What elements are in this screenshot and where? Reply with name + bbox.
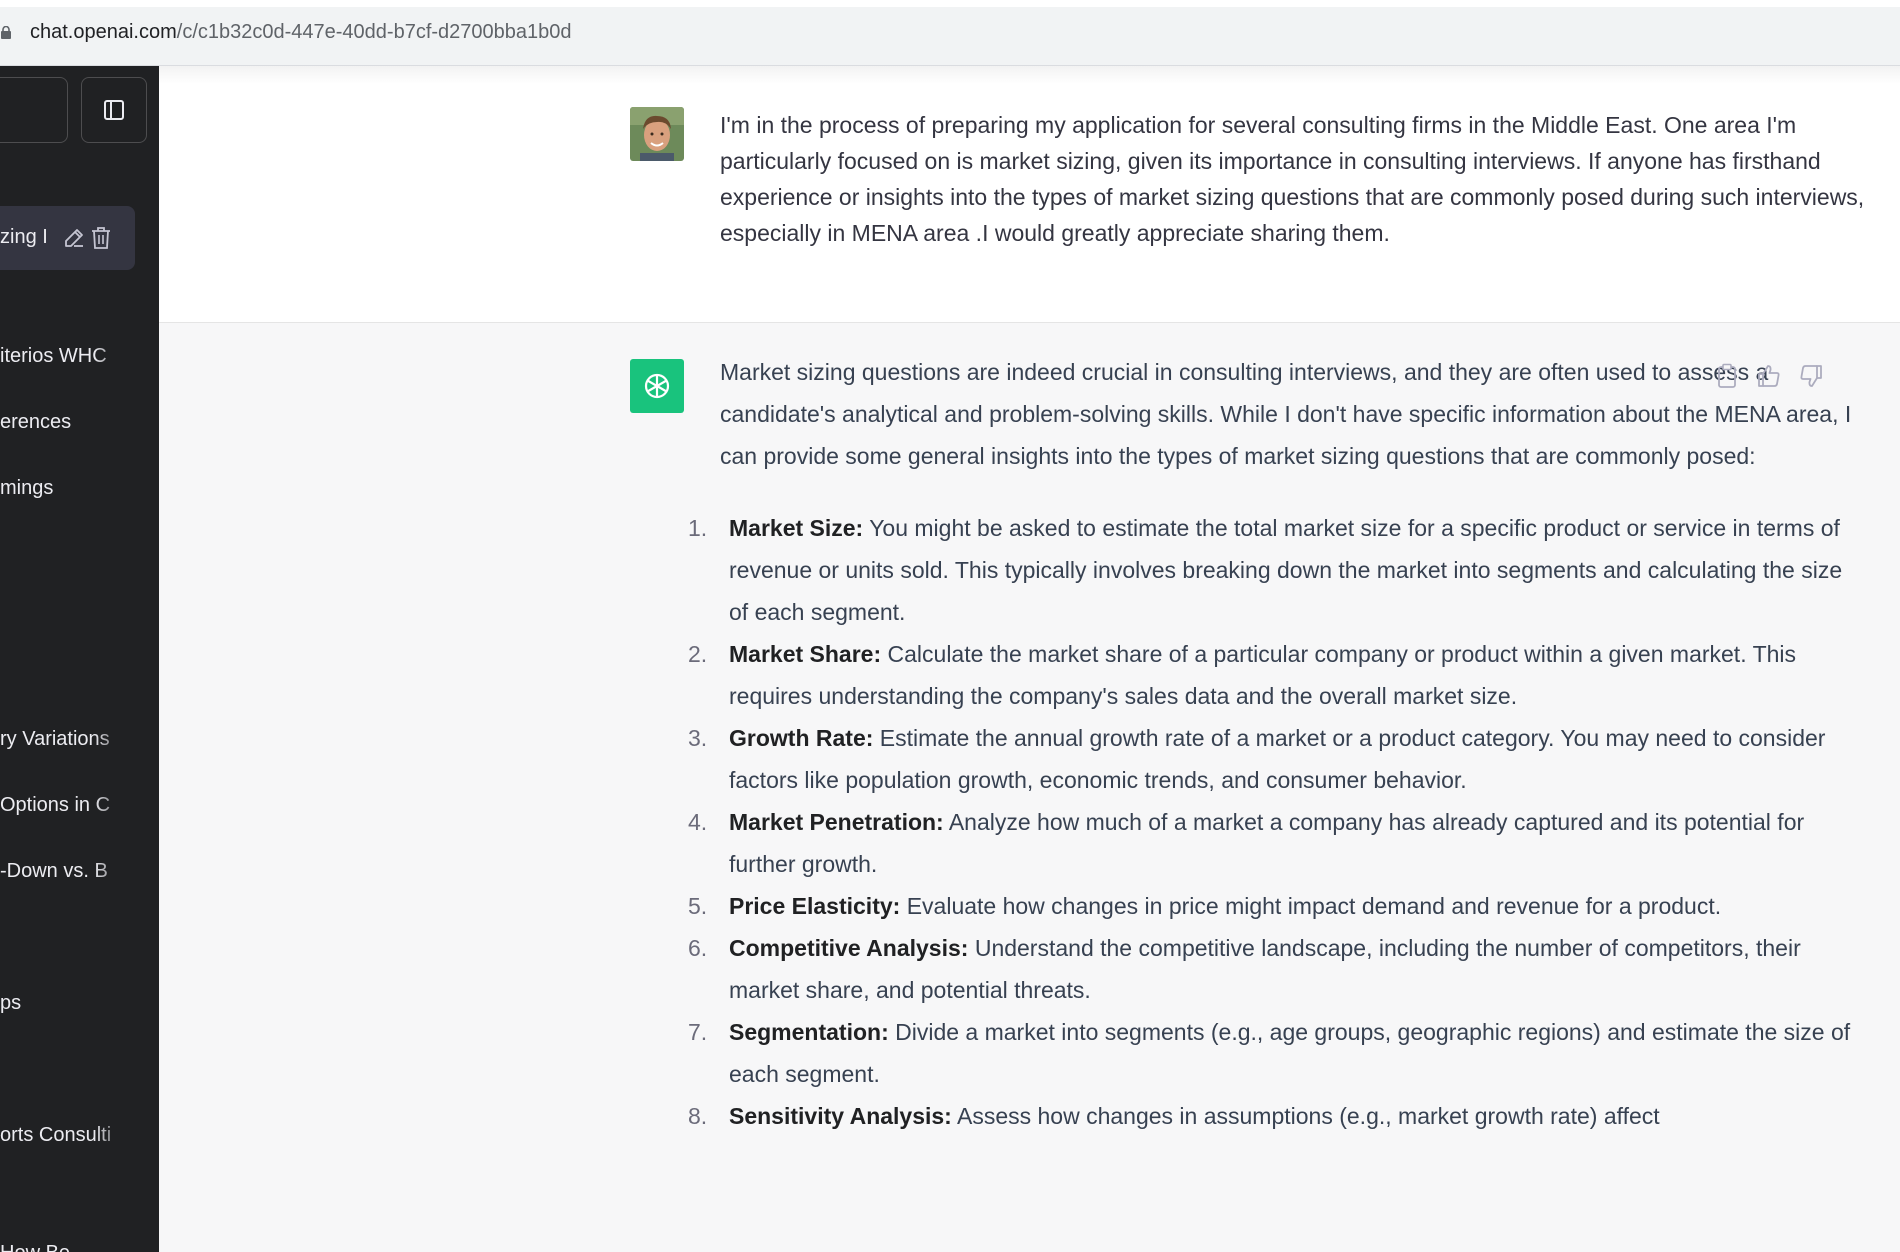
list-item: 6. Competitive Analysis: Understand the c… [688, 927, 1860, 1011]
list-item-text: Estimate the annual growth rate of a mar… [729, 725, 1826, 793]
trash-icon[interactable] [90, 226, 112, 250]
list-item: 5. Price Elasticity: Evaluate how changes… [688, 885, 1860, 927]
list-item-text: Calculate the market share of a particul… [729, 641, 1797, 709]
list-number: 6. [688, 935, 708, 961]
sidebar-item-chat[interactable]: Options in C [0, 794, 130, 817]
list-item: 2. Market Share: Calculate the market sha… [688, 633, 1860, 717]
user-message: I'm in the process of preparing my appli… [159, 66, 1900, 323]
list-item-title: Competitive Analysis: [729, 935, 969, 961]
sidebar-toggle-icon [104, 100, 124, 120]
list-item-title: Market Share: [729, 641, 882, 667]
list-number: 1. [688, 515, 708, 541]
url-field[interactable]: chat.openai.com/c/c1b32c0d-447e-40dd-b7c… [30, 21, 572, 44]
list-item-title: Sensitivity Analysis: [729, 1103, 952, 1129]
top-fade [159, 66, 1900, 84]
list-item-text: Assess how changes in assumptions (e.g.,… [951, 1103, 1660, 1129]
list-item-title: Market Penetration: [729, 809, 944, 835]
pencil-icon[interactable] [63, 227, 85, 249]
sidebar-item-chat[interactable]: erences [0, 411, 130, 434]
sidebar-item-active[interactable]: zing I [0, 206, 135, 270]
assistant-intro: Market sizing questions are indeed cruci… [720, 359, 1852, 469]
list-item-text: Divide a market into segments (e.g., age… [729, 1019, 1851, 1087]
sidebar-item-chat[interactable]: mings [0, 477, 130, 500]
assistant-message-text: Market sizing questions are indeed cruci… [688, 351, 1860, 1137]
sidebar-toggle-button[interactable] [81, 77, 147, 143]
assistant-message: Market sizing questions are indeed cruci… [159, 323, 1900, 1252]
list-number: 3. [688, 725, 708, 751]
list-item: 7. Segmentation: Divide a market into seg… [688, 1011, 1860, 1095]
list-number: 4. [688, 809, 708, 835]
list-item: 8. Sensitivity Analysis: Assess how chang… [688, 1095, 1860, 1137]
avatar [630, 107, 684, 161]
list-item: 1. Market Size: You might be asked to est… [688, 507, 1860, 633]
list-item-title: Segmentation: [729, 1019, 889, 1045]
browser-tab-strip-edge [0, 0, 1900, 7]
thumbs-down-icon[interactable] [1798, 363, 1824, 389]
list-item: 3. Growth Rate: Estimate the annual growt… [688, 717, 1860, 801]
list-item: 4. Market Penetration: Analyze how much o… [688, 801, 1860, 885]
thumbs-up-icon[interactable] [1756, 363, 1782, 389]
sidebar-item-chat[interactable]: ps [0, 992, 130, 1015]
list-number: 5. [688, 893, 708, 919]
sidebar-item-chat[interactable]: iterios WHC [0, 345, 130, 368]
url-path: /c/c1b32c0d-447e-40dd-b7cf-d2700bba1b0d [176, 21, 572, 43]
sidebar-item-chat[interactable]: How Be [0, 1242, 130, 1252]
lock-icon[interactable] [0, 26, 12, 39]
sidebar-item-chat[interactable]: ry Variations [0, 728, 130, 751]
list-number: 8. [688, 1103, 708, 1129]
sidebar-item-chat[interactable]: -Down vs. B [0, 860, 130, 883]
list-number: 7. [688, 1019, 708, 1045]
sidebar-item-label: zing I [0, 226, 48, 248]
list-item-title: Growth Rate: [729, 725, 874, 751]
sidebar: zing I iterios WHC erences mings ry Vari… [0, 66, 159, 1252]
copy-icon[interactable] [1716, 363, 1738, 389]
chatgpt-logo-icon [630, 359, 684, 413]
numbered-list: 1. Market Size: You might be asked to est… [688, 507, 1860, 1137]
sidebar-item-chat[interactable]: orts Consulti [0, 1124, 130, 1147]
list-item-title: Price Elasticity: [729, 893, 901, 919]
conversation-panel: I'm in the process of preparing my appli… [159, 66, 1900, 1252]
user-message-text: I'm in the process of preparing my appli… [720, 112, 1865, 246]
list-item-title: Market Size: [729, 515, 864, 541]
list-number: 2. [688, 641, 708, 667]
list-item-text: Evaluate how changes in price might impa… [900, 893, 1722, 919]
browser-address-bar: chat.openai.com/c/c1b32c0d-447e-40dd-b7c… [0, 0, 1900, 66]
list-item-text: You might be asked to estimate the total… [729, 515, 1843, 625]
url-host: chat.openai.com [30, 21, 177, 43]
new-chat-button[interactable] [0, 77, 68, 143]
